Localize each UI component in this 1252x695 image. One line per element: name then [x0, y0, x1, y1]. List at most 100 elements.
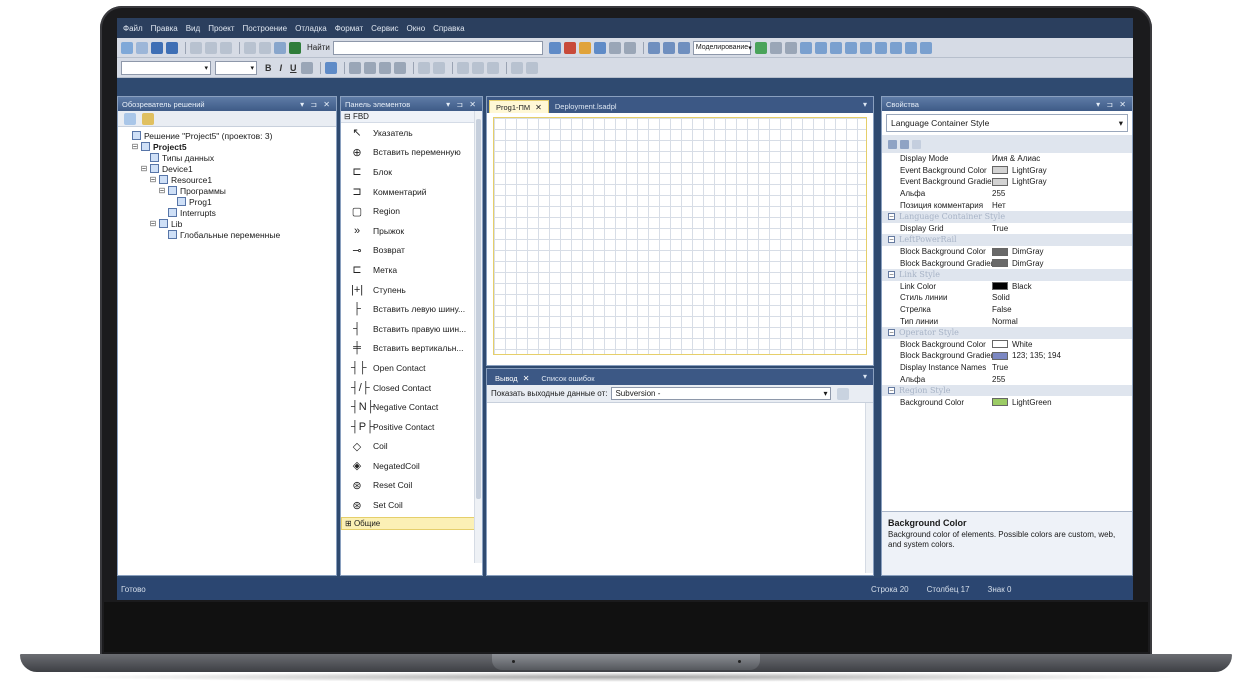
- new-project-icon[interactable]: [121, 41, 133, 54]
- property-category[interactable]: − Operator Style: [882, 326, 1132, 339]
- property-value[interactable]: Нет: [992, 201, 1006, 210]
- property-value[interactable]: 123; 135; 194: [992, 351, 1061, 360]
- expand-icon[interactable]: ⊟: [158, 186, 166, 195]
- property-value[interactable]: Solid: [992, 293, 1010, 302]
- output-scrollbar[interactable]: [865, 403, 873, 573]
- list-icon[interactable]: [393, 61, 406, 74]
- toolbox-item[interactable]: ◇ Coil: [341, 437, 482, 457]
- italic-icon[interactable]: I: [280, 63, 283, 73]
- settings-icon[interactable]: [919, 41, 932, 54]
- property-value[interactable]: LightGreen: [992, 398, 1052, 407]
- collapse-icon[interactable]: −: [888, 387, 895, 395]
- expand-icon[interactable]: [158, 231, 166, 239]
- redo-icon[interactable]: [259, 41, 271, 54]
- play-icon[interactable]: [754, 41, 767, 54]
- layout-icon[interactable]: [662, 41, 675, 54]
- align-right-icon[interactable]: [378, 61, 391, 74]
- line-icon[interactable]: [417, 61, 430, 74]
- property-value[interactable]: Normal: [992, 317, 1018, 326]
- expand-icon[interactable]: ⊟: [140, 164, 148, 173]
- wizard-icon[interactable]: [578, 41, 591, 54]
- property-pages-icon[interactable]: [912, 139, 921, 149]
- panel-controls[interactable]: ▾ ⊐ ✕: [300, 100, 332, 109]
- window-icon[interactable]: [647, 41, 660, 54]
- property-value[interactable]: LightGray: [992, 166, 1047, 175]
- tab-error-list[interactable]: Список ошибок: [535, 372, 600, 385]
- zoom-fit-icon[interactable]: [486, 61, 499, 74]
- property-row[interactable]: Альфа 255: [882, 373, 1132, 385]
- refresh-icon[interactable]: [142, 112, 154, 125]
- toolbox-item[interactable]: ⊛ Reset Coil: [341, 476, 482, 496]
- collapse-icon[interactable]: −: [888, 213, 895, 221]
- find-input[interactable]: [332, 40, 543, 55]
- object-select[interactable]: Language Container Style ▾: [886, 114, 1128, 132]
- align-center-icon[interactable]: [363, 61, 376, 74]
- toolbox-item[interactable]: ⊏ Метка: [341, 260, 482, 280]
- toolbox-item[interactable]: |+| Ступень: [341, 280, 482, 300]
- property-row[interactable]: Block Background Gradient Cc DimGray: [882, 257, 1132, 269]
- online-icon[interactable]: [904, 41, 917, 54]
- property-row[interactable]: Тип линии Normal: [882, 315, 1132, 327]
- pause-icon[interactable]: [769, 41, 782, 54]
- property-category[interactable]: − Language Container Style: [882, 210, 1132, 223]
- property-row[interactable]: Block Background Color DimGray: [882, 246, 1132, 258]
- menu-item[interactable]: Вид: [186, 24, 200, 33]
- toolbox-item[interactable]: ⊕ Вставить переменную: [341, 143, 482, 163]
- output-source-select[interactable]: Subversion - ▾: [611, 387, 832, 400]
- menu-item[interactable]: Проект: [208, 24, 234, 33]
- menu-item[interactable]: Справка: [433, 24, 464, 33]
- clock-icon[interactable]: [623, 41, 636, 54]
- property-category[interactable]: − Link Style: [882, 268, 1132, 281]
- tab-output[interactable]: Вывод ✕: [489, 372, 536, 385]
- menu-item[interactable]: Сервис: [371, 24, 398, 33]
- font-color-icon[interactable]: [324, 61, 337, 74]
- zoom-icon[interactable]: [593, 41, 606, 54]
- find-dropdown-icon[interactable]: [548, 41, 561, 54]
- expand-icon[interactable]: ⊟: [131, 142, 139, 151]
- tree-item[interactable]: ⊟ Device1: [122, 163, 332, 174]
- clear-icon[interactable]: [837, 387, 850, 400]
- toolbox-item[interactable]: ╪ Вставить вертикальн...: [341, 339, 482, 359]
- zoom-in-icon[interactable]: [456, 61, 469, 74]
- tools-icon[interactable]: [608, 41, 621, 54]
- property-row[interactable]: Event Background Gradient C LightGray: [882, 176, 1132, 188]
- toolbox-scrollbar[interactable]: [474, 111, 482, 563]
- grid-icon[interactable]: [510, 61, 523, 74]
- property-value[interactable]: 255: [992, 375, 1005, 384]
- property-row[interactable]: Стрелка False: [882, 304, 1132, 316]
- scroll-thumb[interactable]: [476, 119, 481, 499]
- font-name-select[interactable]: ▾: [121, 60, 211, 75]
- property-row[interactable]: Display Mode Имя & Алиас: [882, 153, 1132, 165]
- property-row[interactable]: Стиль линии Solid: [882, 292, 1132, 304]
- expand-icon[interactable]: [140, 154, 148, 162]
- tree-item[interactable]: Решение "Project5" (проектов: 3): [122, 130, 332, 141]
- toolbox-item[interactable]: ⊸ Возврат: [341, 241, 482, 261]
- zoom-out-icon[interactable]: [471, 61, 484, 74]
- property-value[interactable]: Имя & Алиас: [992, 154, 1040, 163]
- panel-menu-icon[interactable]: ▾: [863, 372, 867, 381]
- tab-list-icon[interactable]: ▾: [863, 100, 867, 109]
- toolbox-item[interactable]: » Прыжок: [341, 221, 482, 241]
- expand-icon[interactable]: ⊟: [149, 219, 157, 228]
- tree-item[interactable]: Типы данных: [122, 152, 332, 163]
- output-icon[interactable]: [889, 41, 902, 54]
- menu-item[interactable]: Окно: [407, 24, 426, 33]
- add-item-icon[interactable]: [136, 41, 148, 54]
- toolbox-item[interactable]: ┤ Вставить правую шин...: [341, 319, 482, 339]
- property-value[interactable]: LightGray: [992, 177, 1047, 186]
- property-value[interactable]: DimGray: [992, 247, 1044, 256]
- toolbox-item[interactable]: ├ Вставить левую шину...: [341, 299, 482, 319]
- property-value[interactable]: White: [992, 340, 1032, 349]
- stop-icon[interactable]: [784, 41, 797, 54]
- align-left-icon[interactable]: [348, 61, 361, 74]
- property-value[interactable]: DimGray: [992, 259, 1044, 268]
- bold-icon[interactable]: B: [265, 63, 272, 73]
- expand-icon[interactable]: [158, 209, 166, 217]
- menu-item[interactable]: Построение: [243, 24, 288, 33]
- property-row[interactable]: Event Background Color LightGray: [882, 165, 1132, 177]
- panel-controls[interactable]: ▾ ⊐ ✕: [446, 100, 478, 109]
- memory-icon[interactable]: [859, 41, 872, 54]
- copy-icon[interactable]: [205, 41, 217, 54]
- step-icon[interactable]: [799, 41, 812, 54]
- property-value[interactable]: False: [992, 305, 1012, 314]
